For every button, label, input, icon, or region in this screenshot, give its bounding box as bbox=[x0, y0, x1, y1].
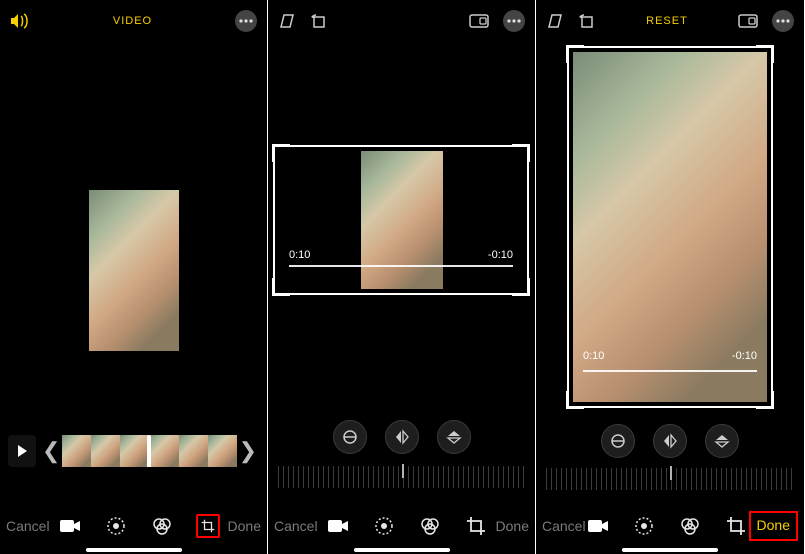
scrub-line[interactable] bbox=[289, 265, 513, 267]
filters-icon[interactable] bbox=[150, 514, 174, 538]
time-remaining: -0:10 bbox=[732, 350, 757, 362]
time-remaining: -0:10 bbox=[488, 249, 513, 261]
play-button[interactable] bbox=[8, 435, 36, 467]
straighten-icon[interactable] bbox=[601, 424, 635, 458]
editor-pane-3: RESET 0:10 -0:10 Cancel Done bbox=[536, 0, 805, 554]
flip-vertical-icon[interactable] bbox=[705, 424, 739, 458]
straighten-icon[interactable] bbox=[333, 420, 367, 454]
flip-vertical-icon[interactable] bbox=[437, 420, 471, 454]
ruler-center-tick bbox=[402, 464, 404, 478]
skew-icon[interactable] bbox=[278, 13, 296, 29]
crop-round-buttons bbox=[268, 420, 535, 454]
done-button[interactable]: Done bbox=[228, 518, 261, 534]
home-indicator bbox=[622, 548, 718, 552]
crop-handle-tr[interactable] bbox=[512, 144, 530, 162]
playhead[interactable] bbox=[147, 435, 151, 467]
home-indicator bbox=[86, 548, 182, 552]
time-overlay: 0:10 -0:10 bbox=[583, 350, 757, 362]
cancel-button[interactable]: Cancel bbox=[6, 518, 50, 534]
ruler-center-tick bbox=[670, 466, 672, 480]
top-bar: RESET bbox=[536, 0, 804, 42]
angle-ruler[interactable] bbox=[546, 468, 794, 490]
adjust-icon[interactable] bbox=[104, 514, 128, 538]
crop-icon[interactable] bbox=[196, 514, 220, 538]
mode-title: VIDEO bbox=[113, 15, 152, 27]
rotate-icon[interactable] bbox=[578, 12, 596, 30]
crop-frame[interactable]: 0:10 -0:10 bbox=[273, 145, 529, 295]
flip-horizontal-icon[interactable] bbox=[385, 420, 419, 454]
timeline-thumbnails[interactable] bbox=[62, 435, 236, 467]
cancel-button[interactable]: Cancel bbox=[542, 518, 586, 534]
volume-icon[interactable] bbox=[10, 13, 30, 29]
done-label: Done bbox=[757, 517, 790, 533]
crop-round-buttons bbox=[536, 424, 804, 458]
crop-handle-tl[interactable] bbox=[272, 144, 290, 162]
editor-pane-2: 0:10 -0:10 Cancel Done bbox=[268, 0, 536, 554]
done-button[interactable]: Done bbox=[496, 518, 529, 534]
more-icon[interactable] bbox=[772, 10, 794, 32]
bottom-toolbar: Cancel Done bbox=[268, 504, 535, 548]
video-mode-icon[interactable] bbox=[586, 514, 610, 538]
scrub-line[interactable] bbox=[583, 370, 757, 372]
filters-icon[interactable] bbox=[418, 514, 442, 538]
crop-icon[interactable] bbox=[464, 514, 488, 538]
cancel-button[interactable]: Cancel bbox=[274, 518, 318, 534]
angle-ruler[interactable] bbox=[278, 466, 525, 488]
time-elapsed: 0:10 bbox=[583, 350, 604, 362]
bottom-toolbar: Cancel Done bbox=[536, 504, 804, 548]
top-bar bbox=[268, 0, 535, 42]
top-bar: VIDEO bbox=[0, 0, 267, 42]
timeline[interactable]: ❮ ❯ bbox=[8, 432, 259, 470]
aspect-icon[interactable] bbox=[469, 14, 489, 28]
filters-icon[interactable] bbox=[678, 514, 702, 538]
editor-pane-1: VIDEO ❮ ❯ Cancel Done bbox=[0, 0, 268, 554]
video-mode-icon[interactable] bbox=[58, 514, 82, 538]
crop-handle-br[interactable] bbox=[512, 278, 530, 296]
adjust-icon[interactable] bbox=[632, 514, 656, 538]
time-overlay: 0:10 -0:10 bbox=[289, 249, 513, 261]
reset-button[interactable]: RESET bbox=[646, 15, 688, 27]
rotate-icon[interactable] bbox=[310, 12, 328, 30]
more-icon[interactable] bbox=[235, 10, 257, 32]
flip-horizontal-icon[interactable] bbox=[653, 424, 687, 458]
bottom-toolbar: Cancel Done bbox=[0, 504, 267, 548]
crop-icon[interactable] bbox=[724, 514, 748, 538]
trim-handle-right[interactable]: ❯ bbox=[237, 438, 259, 464]
crop-handle-bl[interactable] bbox=[272, 278, 290, 296]
play-icon bbox=[18, 445, 27, 457]
video-preview[interactable] bbox=[89, 190, 179, 351]
time-elapsed: 0:10 bbox=[289, 249, 310, 261]
adjust-icon[interactable] bbox=[372, 514, 396, 538]
home-indicator bbox=[354, 548, 450, 552]
video-content bbox=[361, 151, 443, 289]
trim-handle-left[interactable]: ❮ bbox=[40, 438, 62, 464]
done-button-highlighted[interactable]: Done bbox=[749, 511, 798, 541]
crop-frame[interactable]: 0:10 -0:10 bbox=[567, 46, 773, 408]
more-icon[interactable] bbox=[503, 10, 525, 32]
video-mode-icon[interactable] bbox=[326, 514, 350, 538]
skew-icon[interactable] bbox=[546, 13, 564, 29]
aspect-icon[interactable] bbox=[738, 14, 758, 28]
